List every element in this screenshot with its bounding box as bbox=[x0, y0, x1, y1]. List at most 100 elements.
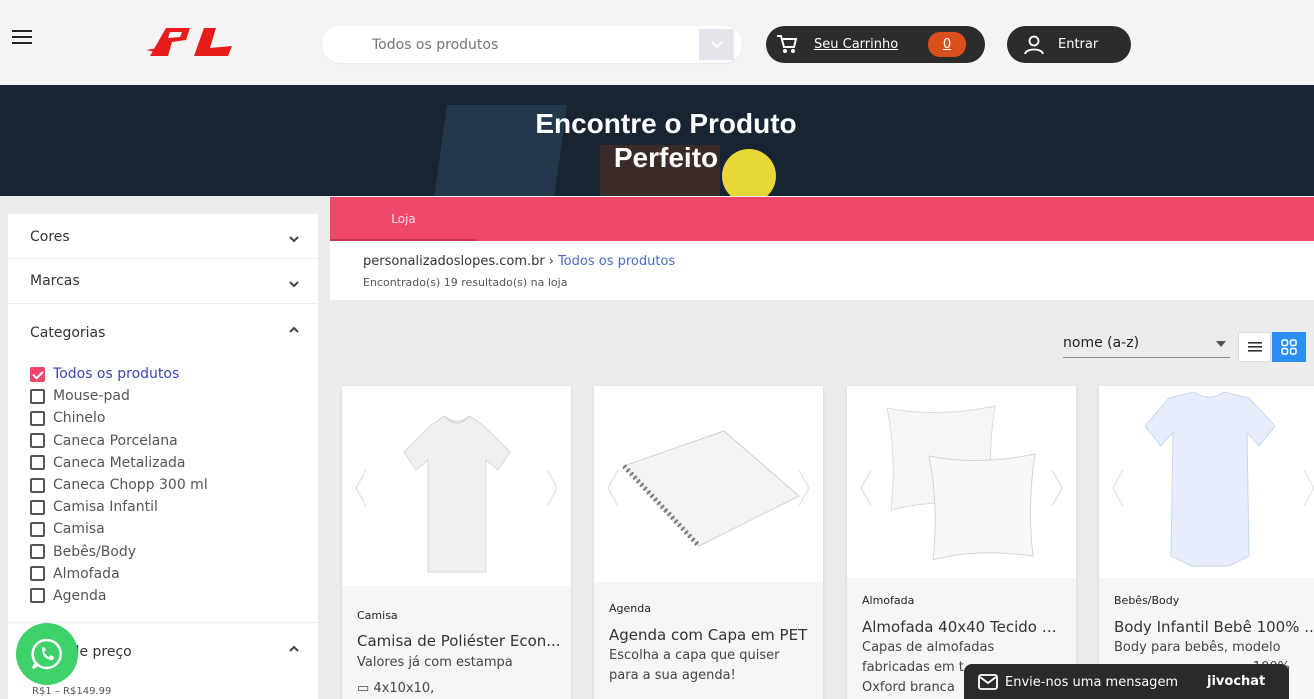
chevron-down-icon bbox=[289, 281, 299, 288]
chat-widget[interactable]: Envie-nos uma mensagem jivochat bbox=[964, 664, 1289, 699]
list-view-button[interactable] bbox=[1238, 332, 1271, 362]
product-name[interactable]: Almofada 40x40 Tecido O... bbox=[862, 618, 1067, 636]
product-image[interactable] bbox=[1099, 386, 1314, 586]
category-label: Camisa bbox=[53, 521, 105, 538]
product-card[interactable]: Agenda Agenda com Capa em PET Escolha a … bbox=[594, 386, 823, 699]
category-item[interactable]: Caneca Porcelana bbox=[30, 430, 208, 452]
hero-title: Encontre o Produto Perfeito bbox=[490, 107, 842, 175]
category-label: Caneca Chopp 300 ml bbox=[53, 477, 208, 494]
category-item[interactable]: Almofada bbox=[30, 563, 208, 585]
chevron-left-icon[interactable] bbox=[606, 468, 620, 508]
whatsapp-button[interactable] bbox=[16, 623, 78, 685]
hero-title-line: Encontre o Produto bbox=[535, 108, 797, 139]
agenda-image bbox=[622, 430, 800, 548]
category-label: Caneca Porcelana bbox=[53, 432, 178, 449]
category-item[interactable]: Mouse-pad bbox=[30, 385, 208, 407]
product-info: Agenda Agenda com Capa em PET Escolha a … bbox=[594, 582, 823, 699]
chevron-right-icon[interactable] bbox=[1302, 468, 1314, 508]
search-dropdown-button[interactable] bbox=[699, 29, 734, 60]
checkbox[interactable] bbox=[30, 410, 45, 426]
chevron-right-icon: › bbox=[548, 254, 554, 269]
chevron-up-icon[interactable] bbox=[288, 643, 300, 655]
checkbox[interactable] bbox=[30, 499, 45, 515]
breadcrumb: personalizadoslopes.com.br › Todos os prod… bbox=[330, 241, 1314, 300]
breadcrumb-line: personalizadoslopes.com.br › Todos os prod… bbox=[363, 254, 675, 269]
hero-title-line: Perfeito bbox=[613, 142, 719, 173]
category-item[interactable]: Agenda bbox=[30, 585, 208, 607]
product-category: Camisa bbox=[357, 609, 398, 622]
filter-title[interactable]: Categorias bbox=[30, 325, 105, 341]
filter-marcas[interactable]: Marcas bbox=[8, 259, 318, 303]
sort-selected: nome (a-z) bbox=[1063, 335, 1140, 351]
checkbox[interactable] bbox=[30, 521, 45, 537]
chevron-left-icon[interactable] bbox=[354, 468, 368, 508]
price-range-value: R$1 – R$149.99 bbox=[32, 686, 112, 697]
category-list: Todos os produtos Mouse-pad Chinelo Cane… bbox=[30, 363, 208, 607]
product-image[interactable] bbox=[594, 386, 823, 586]
product-desc: Body para bebês, modelo bbox=[1114, 640, 1281, 655]
cart-label[interactable]: Seu Carrinho bbox=[814, 37, 898, 52]
product-image[interactable] bbox=[342, 386, 571, 586]
product-category: Bebês/Body bbox=[1114, 594, 1180, 607]
category-label: Almofada bbox=[53, 565, 120, 582]
chat-label: Envie-nos uma mensagem bbox=[1005, 675, 1179, 690]
checkbox[interactable] bbox=[30, 433, 45, 449]
product-card[interactable]: Bebês/Body Body Infantil Bebê 100% ... B… bbox=[1099, 386, 1314, 699]
grid-view-button[interactable] bbox=[1272, 332, 1306, 362]
tab-loja[interactable]: Loja bbox=[330, 197, 477, 241]
category-item[interactable]: Bebês/Body bbox=[30, 541, 208, 563]
breadcrumb-site[interactable]: personalizadoslopes.com.br bbox=[363, 254, 545, 269]
chevron-left-icon[interactable] bbox=[1111, 468, 1125, 508]
filter-title: Cores bbox=[30, 229, 70, 245]
product-desc: para a sua agenda! bbox=[609, 668, 736, 683]
cart-count-badge[interactable]: 0 bbox=[928, 32, 966, 57]
grid-icon bbox=[1281, 339, 1297, 355]
cart-button[interactable]: Seu Carrinho 0 bbox=[766, 26, 985, 63]
category-label: Todos os produtos bbox=[53, 366, 180, 383]
chevron-up-icon[interactable] bbox=[288, 324, 300, 336]
checkbox[interactable] bbox=[30, 588, 45, 604]
category-item[interactable]: Chinelo bbox=[30, 407, 208, 429]
product-name[interactable]: Camisa de Poliéster Econ... bbox=[357, 632, 562, 650]
category-label: Agenda bbox=[53, 587, 107, 604]
chevron-right-icon[interactable] bbox=[1050, 468, 1064, 508]
product-name[interactable]: Body Infantil Bebê 100% ... bbox=[1114, 618, 1314, 636]
filter-cores[interactable]: Cores bbox=[8, 214, 318, 258]
category-item[interactable]: Todos os produtos bbox=[30, 363, 208, 385]
checkbox[interactable] bbox=[30, 566, 45, 582]
product-category: Almofada bbox=[862, 594, 915, 607]
product-name[interactable]: Agenda com Capa em PET bbox=[609, 626, 814, 644]
login-label: Entrar bbox=[1058, 37, 1099, 52]
search-box bbox=[322, 26, 742, 63]
checkbox[interactable] bbox=[30, 455, 45, 471]
menu-icon[interactable] bbox=[10, 26, 36, 48]
product-card[interactable]: Almofada Almofada 40x40 Tecido O... Capa… bbox=[847, 386, 1076, 699]
product-card[interactable]: Camisa Camisa de Poliéster Econ... Valor… bbox=[342, 386, 571, 699]
sort-select[interactable]: nome (a-z) bbox=[1063, 333, 1230, 358]
filter-title: Marcas bbox=[30, 273, 80, 289]
checkbox[interactable] bbox=[30, 366, 45, 382]
category-item[interactable]: Caneca Metalizada bbox=[30, 452, 208, 474]
checkbox[interactable] bbox=[30, 477, 45, 493]
category-item[interactable]: Camisa bbox=[30, 518, 208, 540]
cart-icon bbox=[777, 35, 798, 53]
chevron-right-icon[interactable] bbox=[545, 468, 559, 508]
chevron-right-icon[interactable] bbox=[797, 468, 811, 508]
product-info: Camisa Camisa de Poliéster Econ... Valor… bbox=[342, 586, 571, 699]
checkbox[interactable] bbox=[30, 544, 45, 560]
chevron-down-icon bbox=[710, 40, 723, 48]
breadcrumb-current[interactable]: Todos os produtos bbox=[558, 254, 675, 269]
body-image bbox=[1144, 391, 1276, 567]
product-image[interactable] bbox=[847, 386, 1076, 586]
category-item[interactable]: Camisa Infantil bbox=[30, 496, 208, 518]
category-label: Mouse-pad bbox=[53, 388, 130, 405]
pillow-image bbox=[886, 405, 1036, 561]
chevron-left-icon[interactable] bbox=[859, 468, 873, 508]
caret-down-icon bbox=[1216, 341, 1226, 347]
checkbox[interactable] bbox=[30, 388, 45, 404]
logo[interactable] bbox=[146, 22, 236, 64]
search-input[interactable] bbox=[372, 26, 692, 63]
login-button[interactable]: Entrar bbox=[1007, 26, 1131, 63]
product-desc: Valores já com estampa bbox=[357, 655, 513, 670]
category-item[interactable]: Caneca Chopp 300 ml bbox=[30, 474, 208, 496]
